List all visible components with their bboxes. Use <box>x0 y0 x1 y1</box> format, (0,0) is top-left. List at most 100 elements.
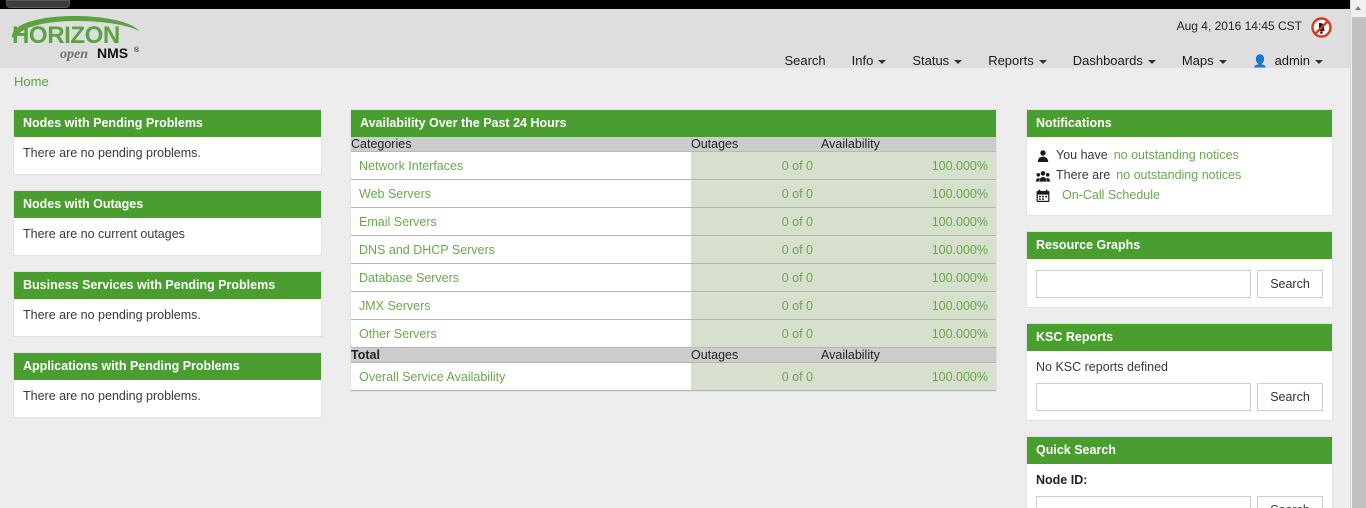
category-link[interactable]: Web Servers <box>351 179 691 208</box>
table-row-total: Overall Service Availability 0 of 0 100.… <box>351 362 996 391</box>
total-outages-value: 0 of 0 <box>691 362 821 391</box>
scroll-up-button[interactable] <box>1351 0 1366 16</box>
category-link[interactable]: JMX Servers <box>351 291 691 320</box>
left-column: Nodes with Pending Problems There are no… <box>14 110 321 434</box>
nav-reports-label: Reports <box>988 53 1034 68</box>
notification-link[interactable]: no outstanding notices <box>1116 166 1241 185</box>
panel-title: Applications with Pending Problems <box>14 353 321 380</box>
availability-value: 100.000% <box>821 151 996 180</box>
resource-graphs-search-button[interactable]: Search <box>1257 270 1323 298</box>
category-link[interactable]: Database Servers <box>351 263 691 292</box>
panel-title: Nodes with Outages <box>14 191 321 218</box>
chevron-down-icon <box>878 59 887 64</box>
outages-value: 0 of 0 <box>691 207 821 236</box>
panel-nodes-with-outages: Nodes with Outages There are no current … <box>14 191 321 255</box>
notification-line-personal: You have no outstanding notices <box>1036 146 1323 165</box>
outages-value: 0 of 0 <box>691 263 821 292</box>
ksc-reports-note: No KSC reports defined <box>1036 360 1169 374</box>
quick-search-button[interactable]: Search <box>1257 496 1323 508</box>
table-row: Database Servers 0 of 0 100.000% <box>351 263 996 292</box>
category-link[interactable]: DNS and DHCP Servers <box>351 235 691 264</box>
total-header-row: Total Outages Availability <box>351 347 996 363</box>
panel-title: Notifications <box>1027 110 1332 137</box>
panel-ksc-reports: KSC Reports No KSC reports defined Searc… <box>1027 324 1332 420</box>
panel-business-services-with-pending-problems: Business Services with Pending Problems … <box>14 272 321 336</box>
outages-value: 0 of 0 <box>691 179 821 208</box>
resource-graphs-body: Search <box>1027 259 1332 307</box>
column-header-categories: Categories <box>351 137 691 152</box>
availability-value: 100.000% <box>821 291 996 320</box>
panel-message: There are no current outages <box>14 218 321 255</box>
ksc-reports-search-input[interactable] <box>1036 383 1251 411</box>
notifications-body: You have no outstanding notices There ar… <box>1027 137 1332 215</box>
user-icon: 👤 <box>1252 53 1268 68</box>
table-header-row: Categories Outages Availability <box>351 137 996 152</box>
overall-service-availability-link[interactable]: Overall Service Availability <box>351 362 691 391</box>
masthead: HORIZON open NMS ® Aug 4, 2016 14:45 CST… <box>0 9 1350 68</box>
availability-value: 100.000% <box>821 319 996 348</box>
table-row: JMX Servers 0 of 0 100.000% <box>351 291 996 320</box>
quick-search-body: Node ID: Search <box>1027 464 1332 508</box>
panel-availability: Availability Over the Past 24 Hours Cate… <box>351 110 996 391</box>
chevron-down-icon <box>1315 59 1323 64</box>
outages-value: 0 of 0 <box>691 151 821 180</box>
outages-value: 0 of 0 <box>691 319 821 348</box>
browser-tab[interactable] <box>6 0 70 8</box>
availability-value: 100.000% <box>821 263 996 292</box>
table-row: Other Servers 0 of 0 100.000% <box>351 319 996 348</box>
panel-title: Availability Over the Past 24 Hours <box>351 110 996 137</box>
outages-value: 0 of 0 <box>691 235 821 264</box>
category-link[interactable]: Email Servers <box>351 207 691 236</box>
no-notifications-icon[interactable] <box>1311 17 1332 38</box>
panel-nodes-with-pending-problems: Nodes with Pending Problems There are no… <box>14 110 321 174</box>
breadcrumb-home-link[interactable]: Home <box>14 74 49 89</box>
notification-link[interactable]: no outstanding notices <box>1114 146 1239 165</box>
notification-line-all-users: There are no outstanding notices <box>1036 166 1323 185</box>
panel-title: Nodes with Pending Problems <box>14 110 321 137</box>
column-header-outages: Outages <box>691 137 821 152</box>
node-id-input[interactable] <box>1036 496 1251 508</box>
scrollbar-thumb[interactable] <box>1352 17 1366 508</box>
nav-admin-label: admin <box>1274 53 1310 68</box>
on-call-schedule-link[interactable]: On-Call Schedule <box>1062 186 1160 205</box>
panel-quick-search: Quick Search Node ID: Search <box>1027 437 1332 508</box>
page-scrollbar[interactable] <box>1350 0 1366 508</box>
calendar-icon <box>1036 189 1050 203</box>
table-row: Email Servers 0 of 0 100.000% <box>351 207 996 236</box>
nav-search-label: Search <box>784 53 826 68</box>
right-column: Notifications You have no outstanding no… <box>1027 110 1332 508</box>
panel-title: KSC Reports <box>1027 324 1332 351</box>
outages-value: 0 of 0 <box>691 291 821 320</box>
svg-text:open: open <box>60 47 88 62</box>
category-link[interactable]: Other Servers <box>351 319 691 348</box>
panel-message: There are no pending problems. <box>14 137 321 174</box>
panel-notifications: Notifications You have no outstanding no… <box>1027 110 1332 215</box>
total-column-availability: Availability <box>821 347 996 363</box>
opennms-horizon-logo[interactable]: HORIZON open NMS ® <box>8 15 148 63</box>
chevron-down-icon <box>954 59 963 64</box>
panel-applications-with-pending-problems: Applications with Pending Problems There… <box>14 353 321 417</box>
table-row: Web Servers 0 of 0 100.000% <box>351 179 996 208</box>
table-row: Network Interfaces 0 of 0 100.000% <box>351 151 996 180</box>
ksc-reports-body: No KSC reports defined Search <box>1027 351 1332 420</box>
center-column: Availability Over the Past 24 Hours Cate… <box>351 110 996 391</box>
current-datetime: Aug 4, 2016 14:45 CST <box>1176 19 1302 33</box>
notification-prefix: There are <box>1056 168 1111 182</box>
resource-graphs-search-row: Search <box>1036 270 1323 298</box>
panel-message: There are no pending problems. <box>14 380 321 417</box>
resource-graphs-search-input[interactable] <box>1036 270 1251 298</box>
nav-dashboards-label: Dashboards <box>1072 53 1143 68</box>
total-column-outages: Outages <box>691 347 821 363</box>
availability-table-body: Network Interfaces 0 of 0 100.000% Web Serv… <box>351 151 996 348</box>
ksc-reports-search-row: Search <box>1036 383 1323 411</box>
chevron-down-icon <box>1147 59 1156 64</box>
notification-prefix: You have <box>1056 148 1108 162</box>
category-link[interactable]: Network Interfaces <box>351 151 691 180</box>
ksc-reports-search-button[interactable]: Search <box>1257 383 1323 411</box>
availability-value: 100.000% <box>821 179 996 208</box>
nav-info-label: Info <box>851 53 874 68</box>
table-row: DNS and DHCP Servers 0 of 0 100.000% <box>351 235 996 264</box>
availability-table: Categories Outages Availability Network … <box>351 137 996 391</box>
nav-status-label: Status <box>912 53 950 68</box>
panel-title: Business Services with Pending Problems <box>14 272 321 299</box>
